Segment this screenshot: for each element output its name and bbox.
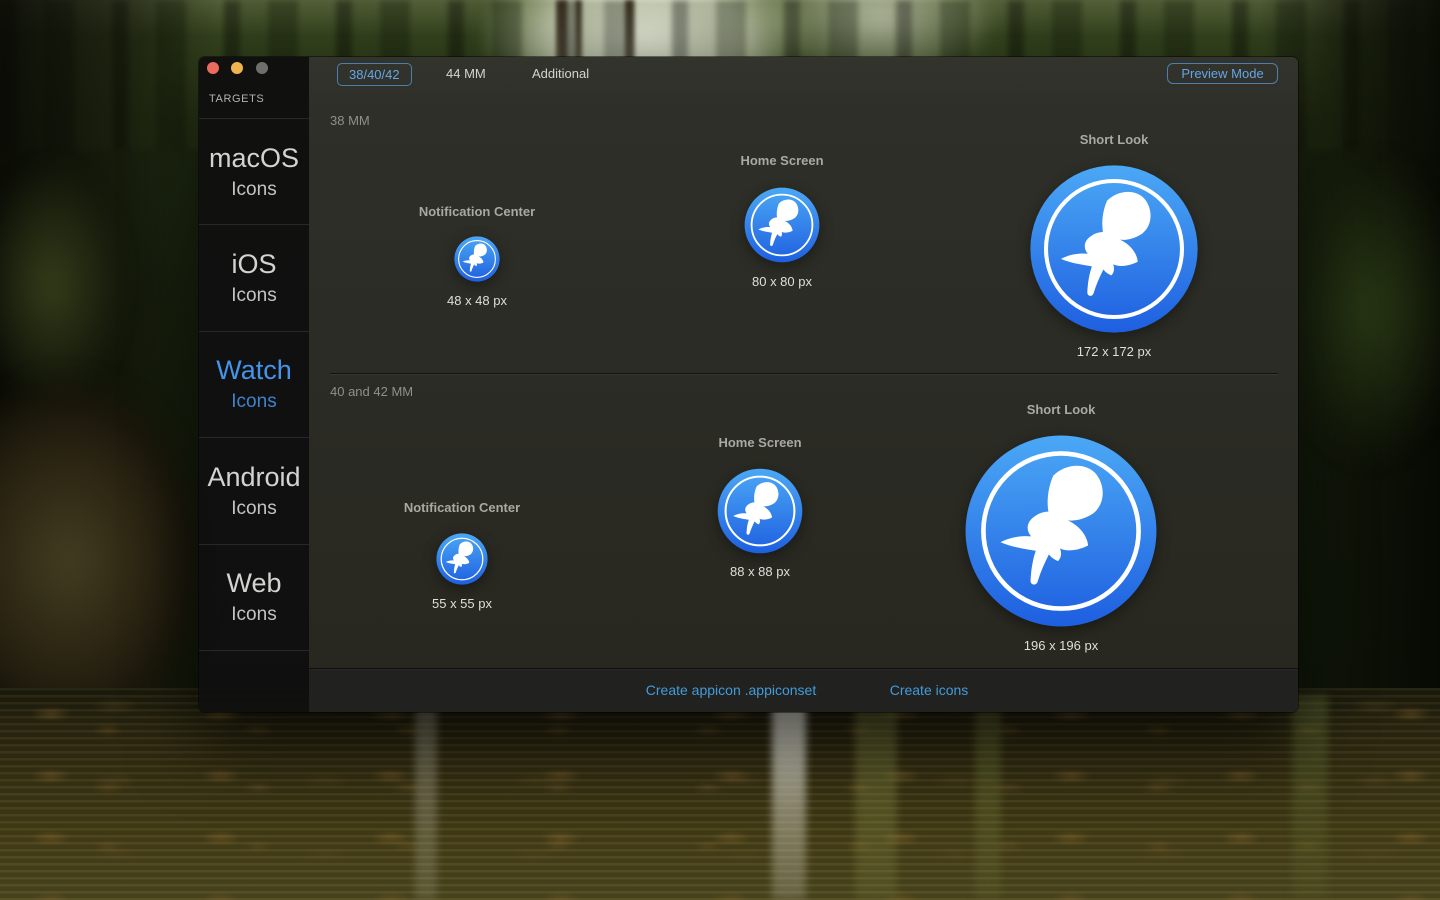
- create-icons-link[interactable]: Create icons: [890, 682, 969, 698]
- tab-38-40-42[interactable]: 38/40/42: [337, 63, 412, 86]
- feather-icon[interactable]: [744, 187, 820, 263]
- slot-label-notification-center: Notification Center: [404, 500, 520, 515]
- window-controls: [207, 61, 276, 74]
- main-panel: 38/40/42 44 MM Additional Preview Mode 3…: [309, 57, 1298, 712]
- slot-label-home-screen: Home Screen: [718, 435, 801, 450]
- feather-icon[interactable]: [436, 533, 488, 585]
- feather-icon[interactable]: [1029, 164, 1199, 334]
- footer-bar: Create appicon .appiconset Create icons: [309, 668, 1298, 712]
- water-reflection: [415, 695, 437, 900]
- feather-icon[interactable]: [717, 468, 803, 554]
- slot-size-label: 55 x 55 px: [432, 596, 492, 611]
- slot-size-label: 88 x 88 px: [730, 564, 790, 579]
- sidebar-item-android[interactable]: Android Icons: [199, 437, 309, 543]
- slot-size-label: 172 x 172 px: [1077, 344, 1151, 359]
- section-title-38mm: 38 MM: [330, 113, 370, 128]
- sidebar-item-watch[interactable]: Watch Icons: [199, 331, 309, 437]
- slot-label-home-screen: Home Screen: [740, 153, 823, 168]
- slot-size-label: 48 x 48 px: [447, 293, 507, 308]
- water-reflection: [855, 695, 897, 900]
- zoom-button[interactable]: [256, 62, 268, 74]
- slot-size-label: 80 x 80 px: [752, 274, 812, 289]
- slot-label-short-look: Short Look: [1027, 402, 1096, 417]
- slot-label-notification-center: Notification Center: [419, 204, 535, 219]
- wallpaper-water: [0, 688, 1440, 900]
- sidebar: TARGETS macOS Icons iOS Icons Watch Icon…: [199, 57, 309, 712]
- app-window: TARGETS macOS Icons iOS Icons Watch Icon…: [199, 57, 1298, 712]
- minimize-button[interactable]: [231, 62, 243, 74]
- slot-size-label: 196 x 196 px: [1024, 638, 1098, 653]
- tab-44mm[interactable]: 44 MM: [446, 63, 486, 84]
- section-title-40-42mm: 40 and 42 MM: [330, 384, 413, 399]
- water-reflection: [1292, 695, 1328, 900]
- create-appiconset-link[interactable]: Create appicon .appiconset: [646, 682, 816, 698]
- sidebar-item-ios[interactable]: iOS Icons: [199, 224, 309, 330]
- sidebar-items: macOS Icons iOS Icons Watch Icons Androi…: [199, 118, 309, 651]
- feather-icon[interactable]: [454, 236, 500, 282]
- sidebar-item-web[interactable]: Web Icons: [199, 544, 309, 651]
- preview-mode-button[interactable]: Preview Mode: [1167, 63, 1278, 84]
- desktop: TARGETS macOS Icons iOS Icons Watch Icon…: [0, 0, 1440, 900]
- sidebar-item-macos[interactable]: macOS Icons: [199, 118, 309, 224]
- sidebar-title: TARGETS: [209, 93, 264, 105]
- feather-icon[interactable]: [964, 434, 1158, 628]
- section-divider: [330, 373, 1278, 374]
- tab-additional[interactable]: Additional: [532, 63, 589, 84]
- water-reflection: [772, 695, 806, 900]
- close-button[interactable]: [207, 62, 219, 74]
- water-reflection: [975, 695, 1001, 900]
- slot-label-short-look: Short Look: [1080, 132, 1149, 147]
